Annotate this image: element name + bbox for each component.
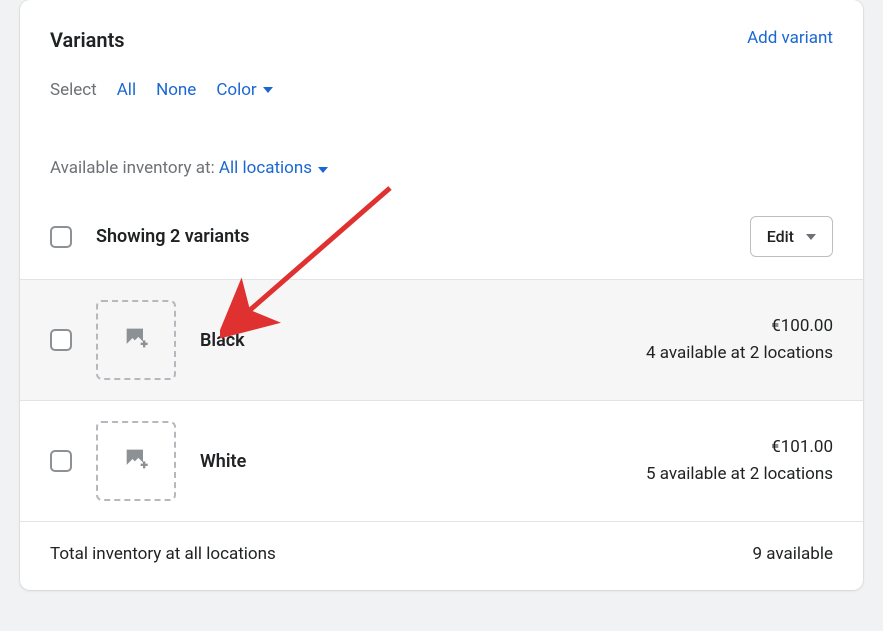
- variant-name: White: [200, 451, 622, 472]
- showing-count: Showing 2 variants: [96, 226, 726, 247]
- variant-row[interactable]: White €101.005 available at 2 locations: [20, 401, 863, 522]
- edit-button-label: Edit: [767, 227, 794, 246]
- variant-price: €101.00: [646, 434, 833, 461]
- footer-row: Total inventory at all locations 9 avail…: [20, 522, 863, 590]
- variant-checkbox[interactable]: [50, 450, 72, 472]
- select-color-label: Color: [216, 80, 256, 100]
- variant-image-placeholder[interactable]: [96, 300, 176, 380]
- variant-checkbox[interactable]: [50, 329, 72, 351]
- footer-total: 9 available: [753, 544, 833, 564]
- variant-stock: 5 available at 2 locations: [646, 461, 833, 488]
- variant-info: €100.004 available at 2 locations: [646, 313, 833, 367]
- variant-info: €101.005 available at 2 locations: [646, 434, 833, 488]
- variant-price: €100.00: [646, 313, 833, 340]
- chevron-down-icon: [263, 87, 273, 93]
- image-add-icon: [122, 324, 150, 356]
- variant-image-placeholder[interactable]: [96, 421, 176, 501]
- select-row: Select All None Color: [20, 52, 863, 100]
- list-header-row: Showing 2 variants Edit: [20, 178, 863, 280]
- select-all[interactable]: All: [117, 80, 136, 100]
- select-color[interactable]: Color: [216, 80, 272, 100]
- inventory-label: Available inventory at:: [50, 158, 219, 178]
- footer-label: Total inventory at all locations: [50, 544, 276, 564]
- add-variant-link[interactable]: Add variant: [747, 28, 833, 48]
- image-add-icon: [122, 445, 150, 477]
- chevron-down-icon: [318, 167, 328, 173]
- card-title: Variants: [50, 28, 125, 52]
- edit-button[interactable]: Edit: [750, 216, 833, 257]
- select-none[interactable]: None: [156, 80, 196, 100]
- inventory-location-select[interactable]: All locations: [219, 158, 328, 178]
- card-header: Variants Add variant: [20, 0, 863, 52]
- select-all-checkbox[interactable]: [50, 226, 72, 248]
- variants-card: Variants Add variant Select All None Col…: [20, 0, 863, 590]
- inventory-row: Available inventory at: All locations: [20, 100, 863, 178]
- inventory-location-label: All locations: [219, 158, 312, 178]
- variant-row[interactable]: Black €100.004 available at 2 locations: [20, 280, 863, 401]
- chevron-down-icon: [806, 234, 816, 240]
- select-label: Select: [50, 80, 97, 100]
- variant-stock: 4 available at 2 locations: [646, 340, 833, 367]
- variant-name: Black: [200, 330, 622, 351]
